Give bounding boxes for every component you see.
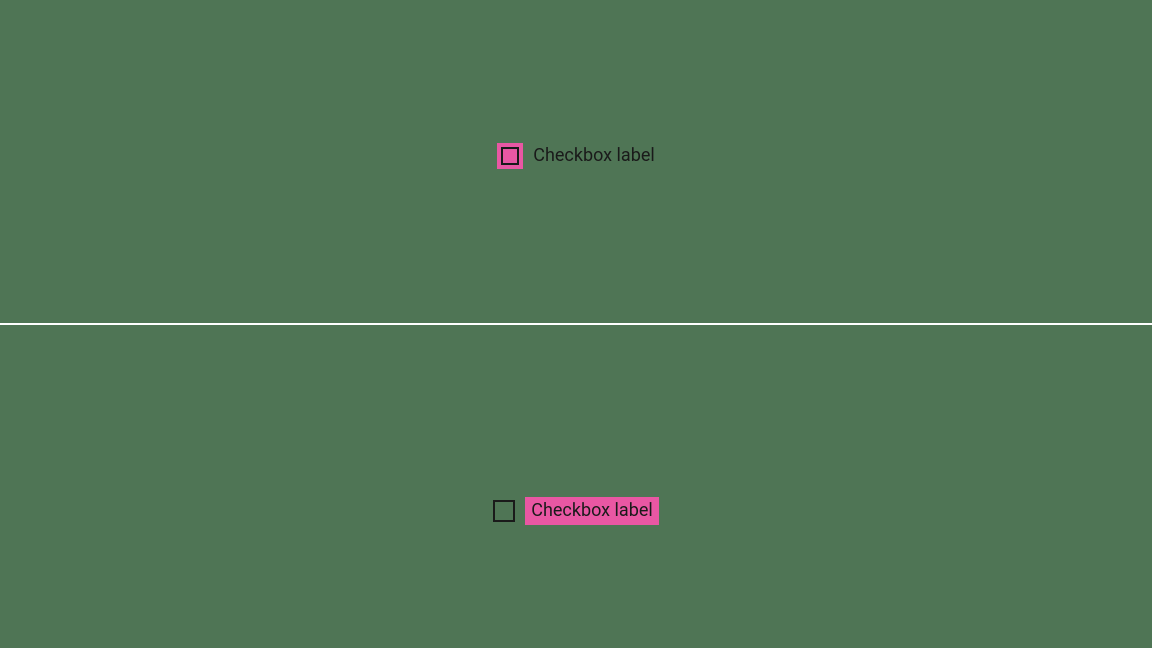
checkbox-group-bottom: Checkbox label (493, 497, 659, 524)
bottom-section: Checkbox label (0, 324, 1152, 648)
checkbox-label-bottom[interactable]: Checkbox label (525, 497, 659, 524)
top-section: Checkbox label (0, 0, 1152, 324)
checkbox-group-top: Checkbox label (497, 143, 655, 169)
checkbox-label-top[interactable]: Checkbox label (533, 144, 655, 167)
checkbox-box-icon[interactable] (493, 500, 515, 522)
checkbox-box-icon[interactable] (497, 143, 523, 169)
